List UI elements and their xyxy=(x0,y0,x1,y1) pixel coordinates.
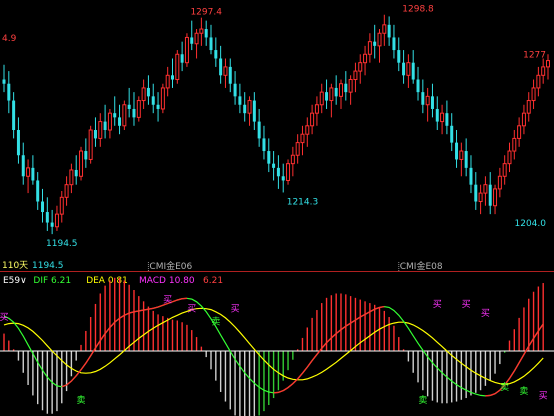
dif-rising-segment xyxy=(513,362,520,372)
macd-chart: E59∨ DIF 6.21 DEA 0.81 MACD 10.80 6.21买卖买买卖买… xyxy=(0,276,554,416)
macd-signal-marker: 买 xyxy=(433,299,442,310)
dif-rising-segment xyxy=(532,330,539,339)
dif-rising-segment xyxy=(340,325,347,331)
macd-signal-marker: 买 xyxy=(462,299,471,310)
dif-rising-segment xyxy=(282,387,289,392)
dif-rising-segment xyxy=(508,370,515,379)
dif-rising-segment xyxy=(66,380,72,386)
dif-rising-segment xyxy=(523,345,530,355)
dif-rising-segment xyxy=(537,323,544,332)
dif-rising-segment xyxy=(138,309,144,312)
dif-rising-segment xyxy=(326,337,332,344)
dif-rising-segment xyxy=(153,306,159,309)
dif-rising-segment xyxy=(124,312,130,316)
macd-signal-marker: 卖 xyxy=(77,395,86,406)
macd-signal-marker: 卖 xyxy=(519,386,528,397)
macd-signal-marker: 买 xyxy=(0,312,9,323)
dif-rising-segment xyxy=(61,384,67,388)
dif-rising-segment xyxy=(489,393,496,397)
dif-rising-segment xyxy=(278,389,284,394)
dif-rising-segment xyxy=(172,299,178,303)
macd-signal-marker: 买 xyxy=(187,303,196,314)
macd-legend-item: DIF 6.21 xyxy=(33,276,71,286)
dif-rising-segment xyxy=(335,329,342,335)
dif-rising-segment xyxy=(109,321,116,328)
dif-rising-segment xyxy=(301,366,308,374)
dif-rising-segment xyxy=(90,347,97,357)
dif-rising-segment xyxy=(114,317,120,323)
dif-rising-segment xyxy=(345,322,351,327)
dif-rising-segment xyxy=(350,319,356,324)
macd-signal-marker: 买 xyxy=(231,303,240,314)
macd-legend-item: MACD 10.80 xyxy=(139,276,195,286)
chart-stage: 1297.4 1298.8 1214.3 1204.0 1194.5 1277 4.9 110… xyxy=(0,0,554,416)
dif-rising-segment xyxy=(157,304,164,308)
dif-rising-segment xyxy=(70,375,77,382)
dif-rising-segment xyxy=(364,311,371,316)
dif-rising-segment xyxy=(330,333,337,339)
dif-rising-segment xyxy=(297,372,304,380)
macd-signal-marker: 买 xyxy=(539,391,548,402)
macd-signal-marker: 买 xyxy=(163,295,172,306)
dif-rising-segment xyxy=(94,340,101,349)
dif-rising-segment xyxy=(528,337,535,347)
dif-rising-segment xyxy=(143,308,149,311)
dif-rising-segment xyxy=(494,389,501,395)
macd-signal-marker: 卖 xyxy=(418,395,427,406)
dif-rising-segment xyxy=(379,305,385,309)
macd-legend-item: E59∨ xyxy=(3,276,27,286)
dif-rising-segment xyxy=(359,313,366,318)
macd-signal-marker: 卖 xyxy=(211,317,220,328)
macd-signal-marker: 卖 xyxy=(500,382,509,393)
dif-rising-segment xyxy=(148,307,154,310)
dif-rising-segment xyxy=(369,308,376,313)
dif-rising-segment xyxy=(321,342,328,349)
dif-rising-segment xyxy=(99,333,106,341)
dif-rising-segment xyxy=(518,354,525,364)
macd-signal-marker: 买 xyxy=(481,308,490,319)
dif-rising-segment xyxy=(177,298,183,301)
dif-rising-segment xyxy=(119,314,125,319)
dif-rising-segment xyxy=(80,362,87,371)
dif-rising-segment xyxy=(311,354,318,362)
dif-rising-segment xyxy=(306,360,313,368)
dif-rising-segment xyxy=(355,316,361,321)
dif-rising-segment xyxy=(85,355,92,364)
dif-rising-segment xyxy=(104,327,111,335)
dif-rising-segment xyxy=(374,306,380,310)
dif-rising-segment xyxy=(133,310,139,313)
dif-rising-segment xyxy=(287,383,294,389)
macd-legend-item: 6.21 xyxy=(203,276,223,286)
dif-rising-segment xyxy=(128,311,135,314)
macd-legend-item: DEA 0.81 xyxy=(86,276,128,286)
